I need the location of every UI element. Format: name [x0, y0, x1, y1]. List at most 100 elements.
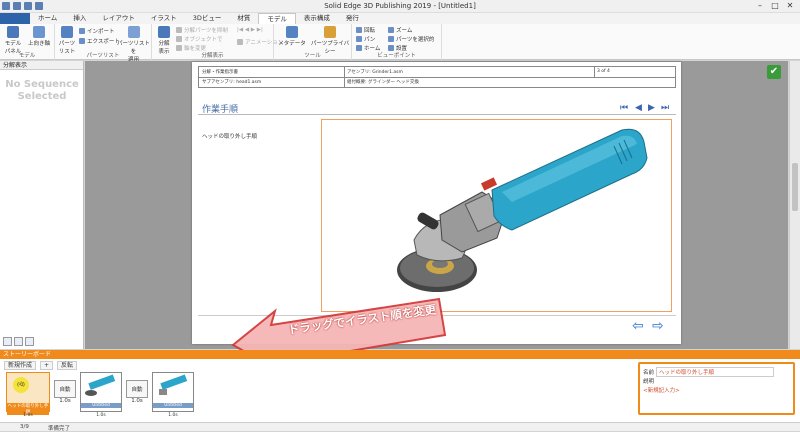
header-table: 分解・作業指示書 アセンブリ: Grinder1.asm 3 of 4 サブアセ… — [198, 66, 676, 88]
pan-icon — [356, 36, 362, 42]
by-object-option[interactable]: オブジェクトで — [176, 35, 223, 43]
pan-button[interactable]: パン — [356, 35, 375, 43]
minimize-icon[interactable]: – — [754, 1, 766, 11]
scroll-thumb[interactable] — [792, 163, 798, 211]
add-icon[interactable]: + — [40, 361, 54, 370]
object-icon — [176, 36, 182, 42]
save-icon[interactable] — [2, 2, 10, 10]
zoom-part-icon — [388, 36, 394, 42]
undo-icon[interactable] — [13, 2, 21, 10]
step-description: ヘッドの取り外し手順 — [202, 134, 258, 140]
assembly-icon — [33, 26, 45, 38]
group-tool: メタデータ パーツプライバシー ツール — [274, 24, 352, 60]
desc-value-row: <新規記入力> — [643, 386, 680, 394]
next-step-icon[interactable]: ▶ — [648, 103, 655, 113]
group-label-parts-list: パーツリスト — [86, 53, 120, 59]
group-label-tool: ツール — [304, 53, 321, 59]
app-title: Solid Edge 3D Publishing 2019 - [Untitle… — [324, 2, 476, 10]
frame-time: 1.0s — [168, 413, 178, 418]
name-row: 名前 ヘッドの取り外し手順 — [643, 367, 775, 377]
application-menu-button[interactable] — [0, 13, 30, 24]
transition-label: 自動 — [54, 380, 76, 398]
pane-header: 分解表示 — [0, 61, 83, 70]
zoom-icon — [388, 27, 394, 33]
header-subassembly: サブアセンブリ: head1.asm — [202, 80, 262, 85]
metadata-button[interactable]: メタデータ — [278, 26, 306, 47]
lock-icon — [324, 26, 336, 38]
first-step-icon[interactable]: ⏮ — [620, 103, 628, 113]
maximize-icon[interactable]: □ — [769, 1, 781, 11]
pane-tab-icon[interactable] — [3, 337, 12, 346]
explode-icon — [158, 26, 170, 38]
group-explode: 分解 表示 分解パーツを抑制 オブジェクトで 軸を変更 |◀ ◀ ▶ ▶| アニ… — [152, 24, 283, 60]
quick-access-toolbar — [2, 2, 43, 10]
forward-arrow-icon[interactable]: ⇨ — [652, 318, 664, 334]
back-arrow-icon[interactable]: ⇦ — [632, 318, 644, 334]
tab-model[interactable]: モデル — [258, 13, 296, 24]
storyboard-frame[interactable]: Untitled — [152, 372, 194, 412]
pane-tabs — [3, 337, 34, 346]
frame-time: 1.0s — [96, 413, 106, 418]
transition-item[interactable]: 自動 1.0s — [54, 380, 76, 404]
transition-item[interactable]: 自動 1.0s — [126, 380, 148, 404]
new-frame-button[interactable]: 新規作成 — [4, 361, 37, 370]
header-page-number: 3 of 4 — [597, 69, 610, 74]
tab-home[interactable]: ホーム — [30, 13, 65, 24]
metadata-icon — [286, 26, 298, 38]
parts-list-icon — [61, 26, 73, 38]
vertical-scrollbar[interactable] — [789, 61, 800, 349]
transition-label: 自動 — [126, 380, 148, 398]
zoom-to-part-button[interactable]: パーツを選択的 — [388, 35, 434, 43]
tab-illustration[interactable]: イラスト — [143, 13, 185, 24]
name-label: 名前 — [643, 370, 655, 376]
ribbon: モデル パネル 上向き軸 モデル パーツ リスト インポート エクスポート パー… — [0, 24, 800, 63]
last-step-icon[interactable]: ⏭ — [661, 103, 669, 113]
tab-insert[interactable]: 挿入 — [65, 13, 94, 24]
prev-step-icon[interactable]: ◀ — [635, 103, 642, 113]
import-icon — [79, 28, 85, 34]
playback-controls[interactable]: |◀ ◀ ▶ ▶| — [237, 27, 263, 33]
rotate-icon — [356, 27, 362, 33]
frame-caption: Untitled — [81, 403, 121, 408]
header-assembly: アセンブリ: Grinder1.asm — [347, 70, 403, 75]
export-button[interactable]: エクスポート — [79, 37, 120, 45]
tab-layout[interactable]: レイアウト — [94, 13, 143, 24]
storyboard-frame[interactable]: (ᐛ) ヘッドの取り外し手順 — [6, 372, 50, 415]
explode-sequence-pane: 分解表示 No Sequence Selected — [0, 61, 84, 349]
storyboard-frame[interactable]: Untitled — [80, 372, 122, 412]
tab-3dview[interactable]: 3Dビュー — [185, 13, 230, 24]
tab-display-config[interactable]: 表示構成 — [296, 13, 338, 24]
pane-tab-icon[interactable] — [25, 337, 34, 346]
import-button[interactable]: インポート — [79, 27, 115, 35]
status-bar: 3/9 準備完了 — [0, 422, 800, 432]
header-summary: 組付概要: グラインダー ヘッド交換 — [347, 80, 419, 85]
suppress-icon — [176, 27, 182, 33]
frame-caption: Untitled — [153, 403, 193, 408]
grinder-thumbnail — [85, 374, 116, 396]
pointer-icon: (ᐛ) — [13, 377, 29, 393]
rotate-button[interactable]: 回転 — [356, 26, 375, 34]
group-parts-list: パーツ リスト インポート エクスポート パーツリストを 適用 パーツリスト — [55, 24, 152, 63]
storyboard-header: ストーリーボード — [0, 350, 800, 359]
group-label-explode: 分解表示 — [201, 53, 224, 59]
description-input[interactable]: <新規記入力> — [643, 386, 680, 394]
frame-time: 1.0s — [23, 413, 33, 418]
upper-assembly-button[interactable]: 上向き軸 — [26, 26, 52, 47]
redo-icon[interactable] — [24, 2, 32, 10]
zoom-button[interactable]: ズーム — [388, 26, 412, 34]
apply-list-icon — [127, 26, 140, 38]
reverse-button[interactable]: 反転 — [57, 361, 78, 370]
ribbon-tabs: ホーム 挿入 レイアウト イラスト 3Dビュー 材質 モデル 表示構成 発行 — [0, 13, 800, 24]
name-input[interactable]: ヘッドの取り外し手順 — [656, 367, 775, 377]
suppress-exploded-parts[interactable]: 分解パーツを抑制 — [176, 26, 228, 34]
check-icon[interactable]: ✔ — [767, 65, 781, 79]
close-icon[interactable]: ✕ — [784, 1, 796, 11]
transition-time: 1.0s — [131, 398, 143, 404]
header-doc-type: 分解・作業指示書 — [202, 70, 238, 75]
customize-icon[interactable] — [35, 2, 43, 10]
tab-material[interactable]: 材質 — [229, 13, 258, 24]
pane-tab-icon[interactable] — [14, 337, 23, 346]
empty-state-text: No Sequence Selected — [5, 79, 79, 102]
frame-position: 3/9 — [20, 424, 29, 430]
tab-publish[interactable]: 発行 — [338, 13, 367, 24]
